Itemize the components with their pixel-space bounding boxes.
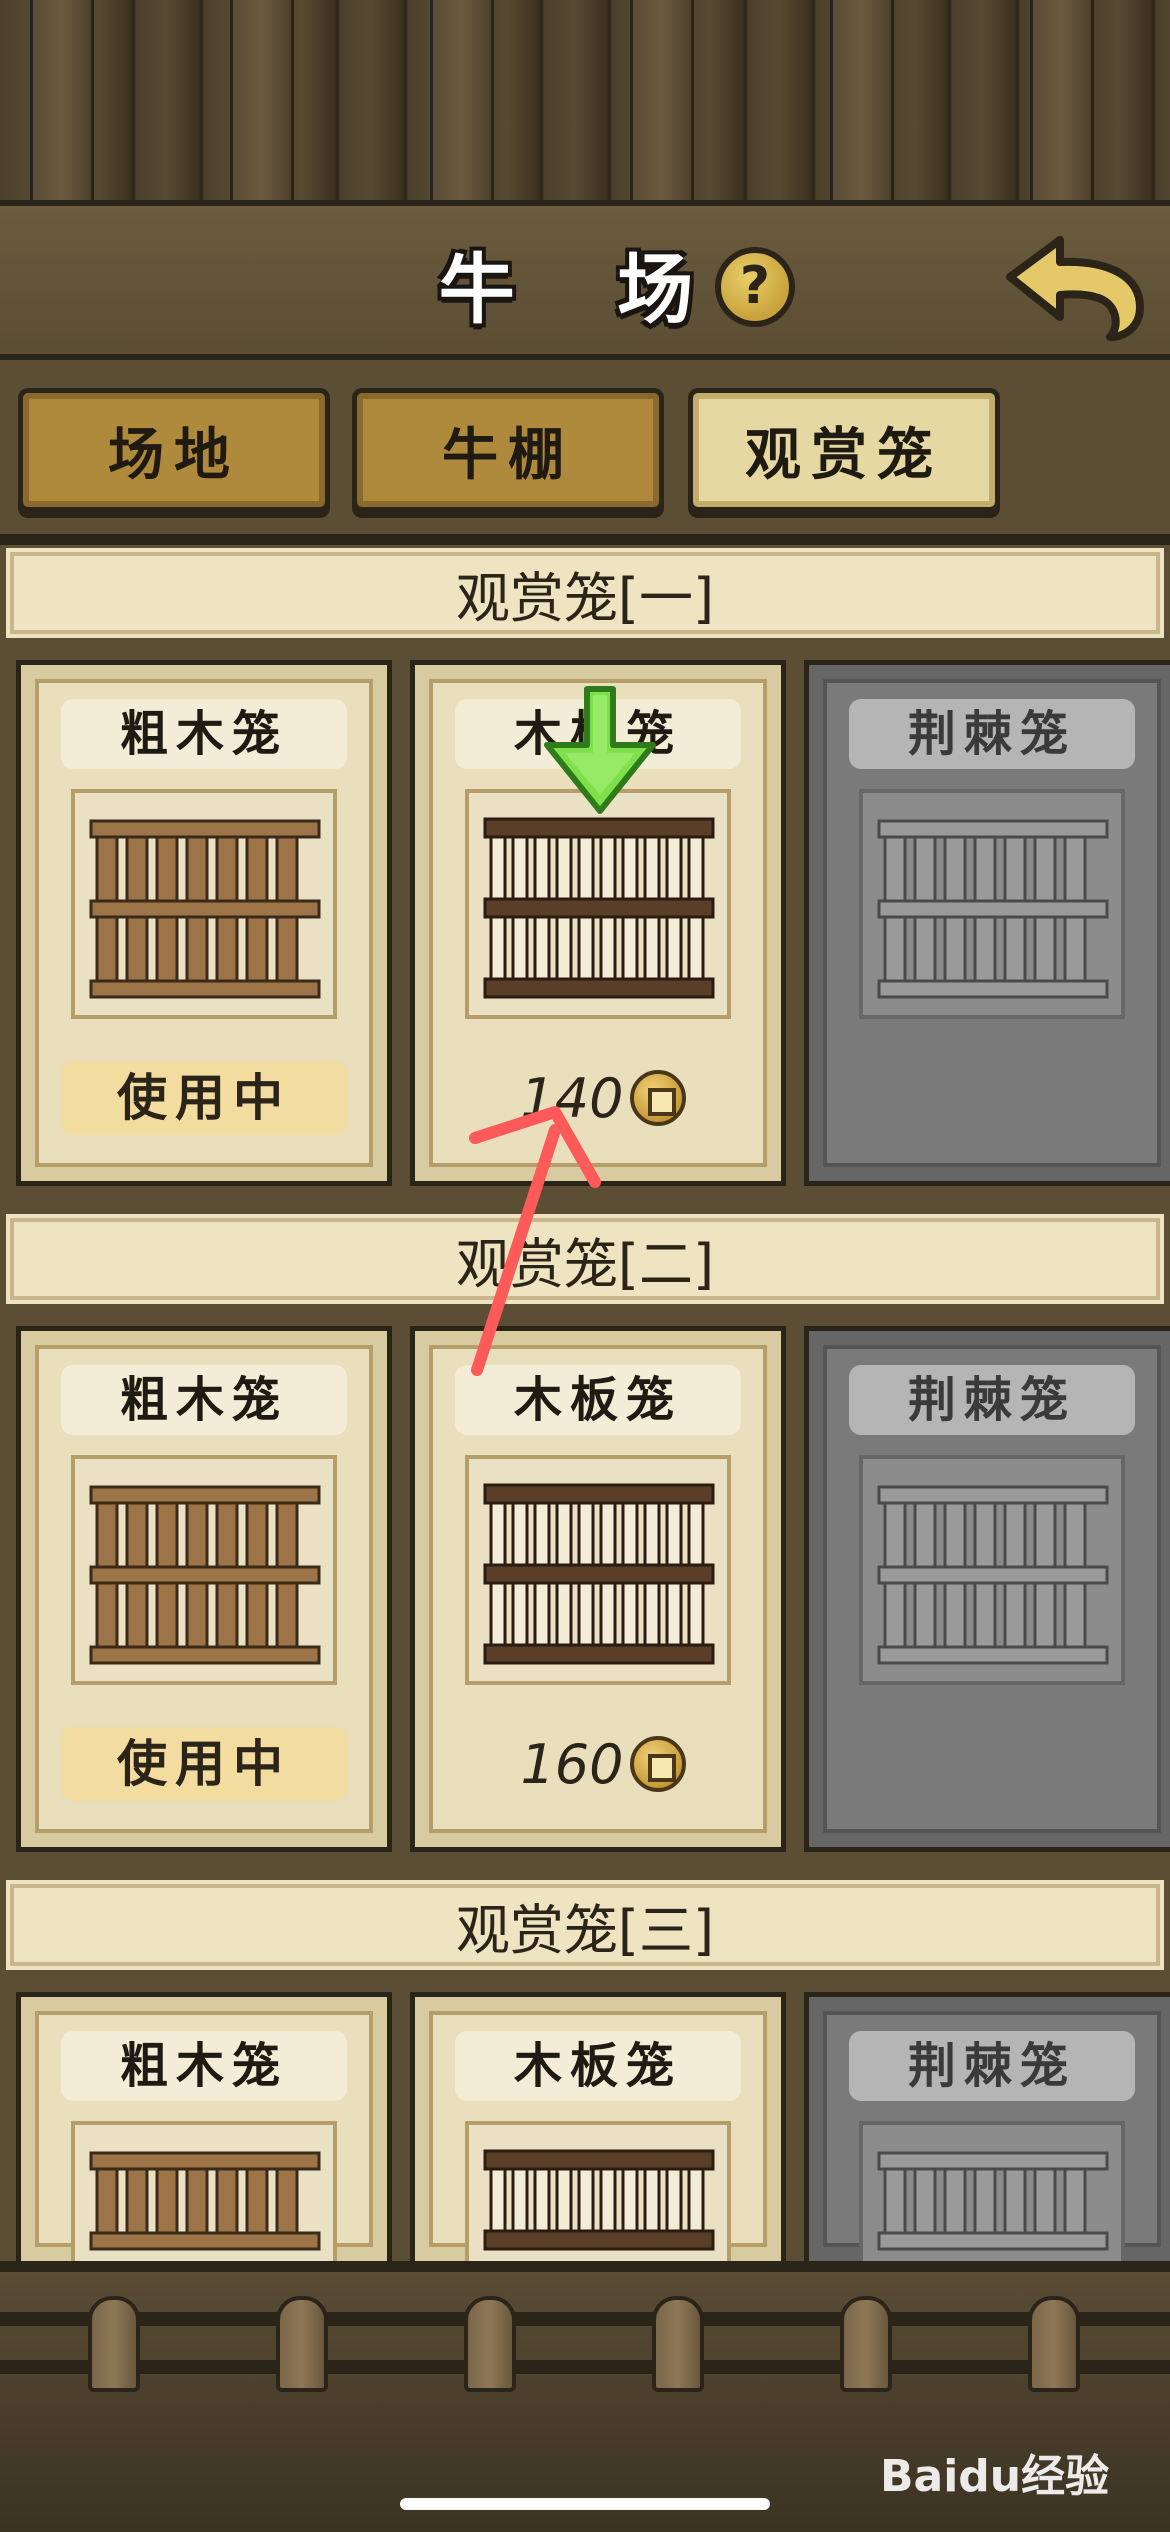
cage-card-rough-wood[interactable]: 粗木笼 使用中 [16, 1326, 392, 1852]
watermark: Baidu经验 [880, 2451, 1110, 2502]
fence-post [430, 0, 494, 200]
cage-name: 粗木笼 [61, 699, 347, 769]
status-in-use-badge: 使用中 [61, 1061, 347, 1135]
status-in-use-badge: 使用中 [61, 1727, 347, 1801]
fence-post [630, 0, 694, 200]
fence-post [464, 2296, 516, 2392]
fence-post [840, 2296, 892, 2392]
cage-image [465, 1455, 731, 1685]
coin-icon [629, 1736, 686, 1792]
page-title: 牛 场 [438, 245, 732, 334]
cage-card-thorn-locked[interactable]: 荆棘笼 [804, 660, 1170, 1186]
cage-card-plank[interactable]: 木板笼 160 [410, 1326, 786, 1852]
fence-post [230, 0, 294, 200]
rough-wood-cage-icon [89, 2151, 321, 2251]
cage-image [859, 789, 1125, 1019]
rough-wood-cage-icon [89, 819, 321, 999]
cage-image [859, 2121, 1125, 2261]
plank-cage-icon [483, 817, 715, 999]
upgrade-arrow-icon [544, 686, 656, 814]
thorn-cage-icon [877, 2151, 1109, 2251]
price-row[interactable]: 160 [415, 1727, 791, 1801]
cage-card-thorn-locked[interactable]: 荆棘笼 [804, 1992, 1170, 2266]
fence-post [276, 2296, 328, 2392]
cage-name: 荆棘笼 [849, 699, 1135, 769]
fence-post [830, 0, 894, 200]
fence-post [652, 2296, 704, 2392]
back-arrow-icon[interactable] [1000, 232, 1150, 342]
cage-image [71, 789, 337, 1019]
plank-cage-icon [483, 2149, 715, 2251]
cage-card-rough-wood[interactable]: 粗木笼 [16, 1992, 392, 2266]
home-indicator[interactable] [400, 2498, 770, 2510]
cage-name: 粗木笼 [61, 2031, 347, 2101]
cage-card-thorn-locked[interactable]: 荆棘笼 [804, 1326, 1170, 1852]
cage-image [465, 2121, 731, 2261]
cage-card-plank[interactable]: 木板笼 [410, 1992, 786, 2266]
tab-cattle-shed[interactable]: 牛棚 [352, 388, 664, 512]
fence-post [88, 2296, 140, 2392]
cage-image [71, 2121, 337, 2261]
rough-wood-cage-icon [89, 1485, 321, 1665]
fence-post [30, 0, 94, 200]
cage-name: 粗木笼 [61, 1365, 347, 1435]
section-title-3: 观赏笼[三] [6, 1880, 1164, 1970]
fence-post [1030, 0, 1094, 200]
cage-card-rough-wood[interactable]: 粗木笼 使用中 [16, 660, 392, 1186]
help-icon[interactable]: ? [715, 247, 795, 327]
cage-image [859, 1455, 1125, 1685]
coin-icon [629, 1070, 686, 1126]
cage-name: 荆棘笼 [849, 1365, 1135, 1435]
annotation-arrow-icon [469, 1106, 601, 1376]
tab-venue[interactable]: 场地 [18, 388, 330, 512]
fence-rail [0, 2360, 1170, 2374]
fence-rail [0, 2312, 1170, 2326]
tab-display-cage[interactable]: 观赏笼 [688, 388, 1000, 512]
plank-cage-icon [483, 1483, 715, 1665]
fence-post [1028, 2296, 1080, 2392]
price-value: 160 [520, 1732, 624, 1796]
thorn-cage-icon [877, 819, 1109, 999]
thorn-cage-icon [877, 1485, 1109, 1665]
cage-image [465, 789, 731, 1019]
cage-name: 木板笼 [455, 2031, 741, 2101]
top-fence-decoration [0, 0, 1170, 210]
cage-name: 荆棘笼 [849, 2031, 1135, 2101]
section-title-1: 观赏笼[一] [6, 548, 1164, 638]
cage-image [71, 1455, 337, 1685]
